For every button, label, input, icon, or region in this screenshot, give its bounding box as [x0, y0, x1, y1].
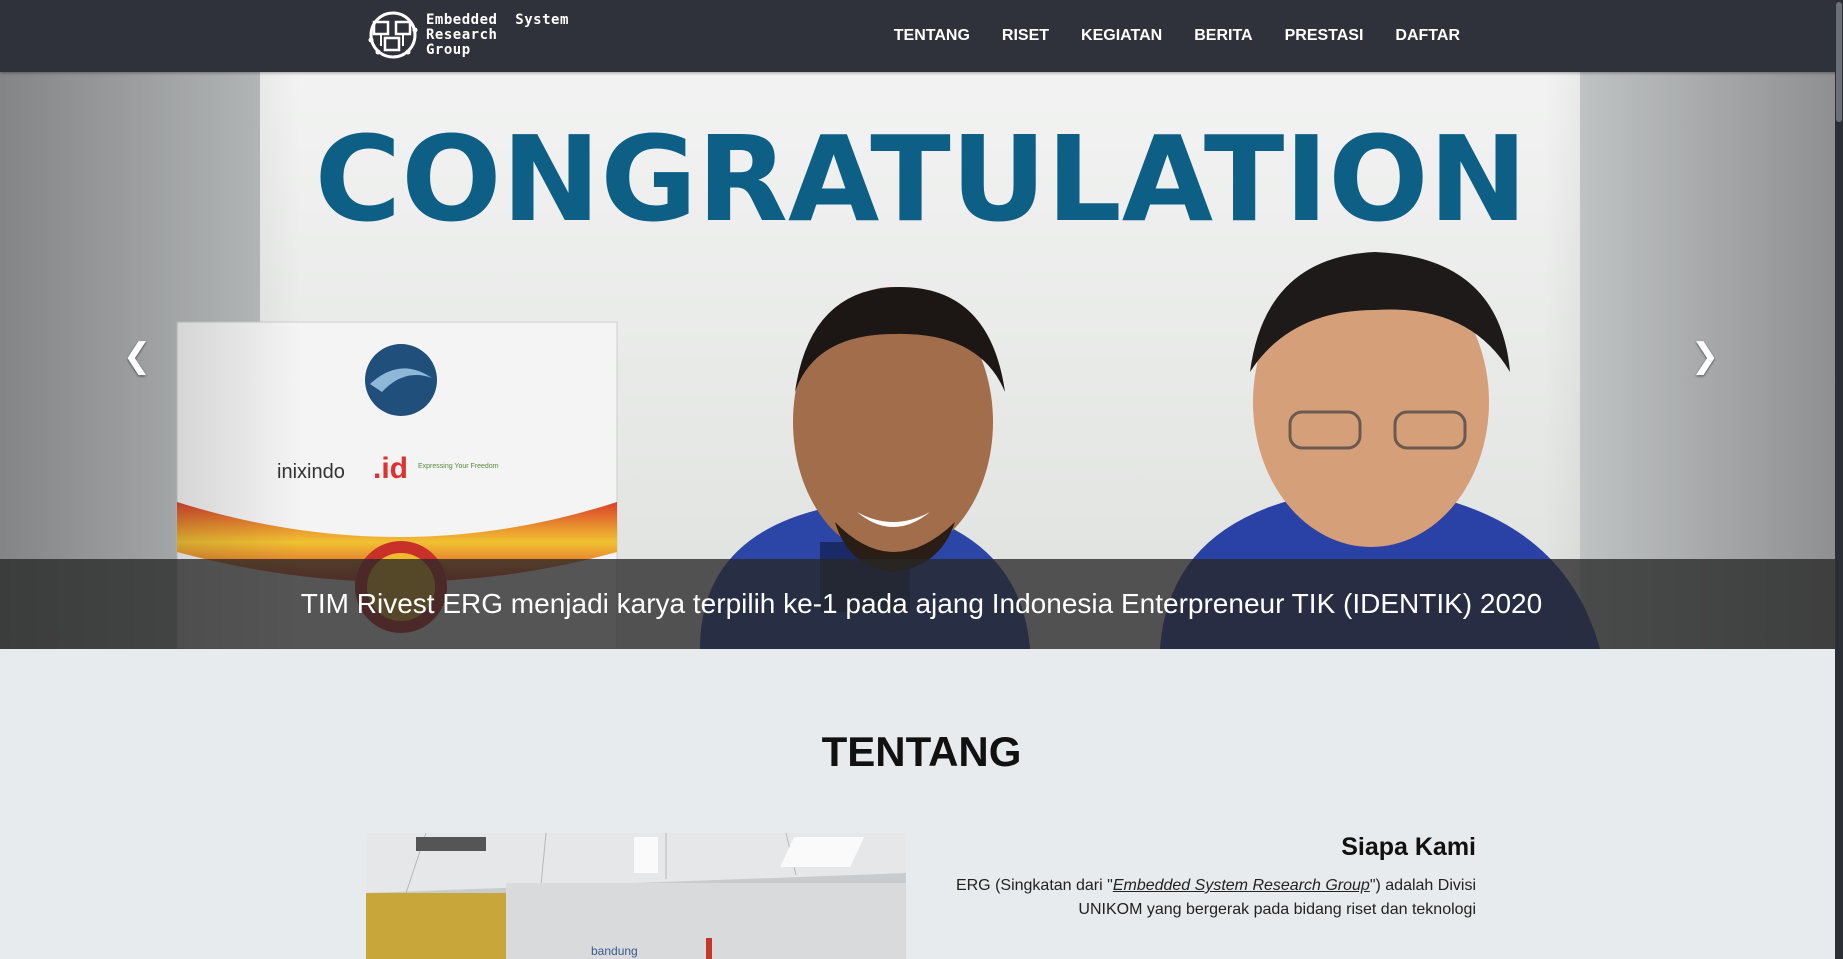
logo-dot-id-tagline: Expressing Your Freedom [418, 463, 499, 470]
about-heading: Siapa Kami [1341, 833, 1476, 861]
chevron-left-icon[interactable]: ❮ [117, 336, 157, 376]
carousel-caption: TIM Rivest ERG menjadi karya terpilih ke… [0, 559, 1843, 649]
about-photo: bandung [366, 833, 906, 959]
page-scrollbar[interactable] [1835, 0, 1843, 959]
carousel-caption-text: TIM Rivest ERG menjadi karya terpilih ke… [300, 588, 1543, 619]
hero-carousel: CONGRATULATION inixindo .id Expressing Y… [0, 72, 1843, 649]
top-navbar: Embedded System Research Group TENTANG R… [0, 0, 1843, 72]
slide-heading-congratulation: CONGRATULATION [315, 110, 1528, 248]
main-nav: TENTANG RISET KEGIATAN BERITA PRESTASI D… [862, 0, 1460, 72]
brand-name: Embedded System Research Group [426, 11, 569, 58]
about-desc-term: Embedded System Research Group [1112, 877, 1370, 894]
nav-item-daftar[interactable]: DAFTAR [1395, 27, 1460, 45]
erg-circuit-logo-icon [368, 11, 418, 59]
about-desc-prefix: ERG (Singkatan dari " [955, 877, 1113, 894]
brand-line-1: Embedded [426, 11, 498, 28]
section-title-tentang: TENTANG [821, 728, 1022, 775]
scrollbar-thumb[interactable] [1836, 2, 1842, 122]
brand-logo[interactable]: Embedded System Research Group [366, 10, 569, 60]
nav-item-kegiatan[interactable]: KEGIATAN [1081, 27, 1162, 45]
logo-dot-id: .id [373, 452, 408, 485]
about-description: ERG (Singkatan dari "Embedded System Res… [940, 874, 1476, 922]
nav-item-berita[interactable]: BERITA [1194, 27, 1252, 45]
photo-sign-text: bandung [591, 944, 638, 958]
brand-line-2: Research [426, 26, 498, 43]
nav-item-tentang[interactable]: TENTANG [894, 27, 970, 45]
brand-line-3: Group [426, 41, 471, 58]
nav-item-riset[interactable]: RISET [1002, 27, 1049, 45]
about-text-block: Siapa Kami ERG (Singkatan dari "Embedded… [940, 833, 1476, 922]
nav-item-prestasi[interactable]: PRESTASI [1285, 27, 1364, 45]
chevron-right-icon[interactable]: ❯ [1685, 336, 1725, 376]
brand-line-extra: System [515, 11, 569, 28]
